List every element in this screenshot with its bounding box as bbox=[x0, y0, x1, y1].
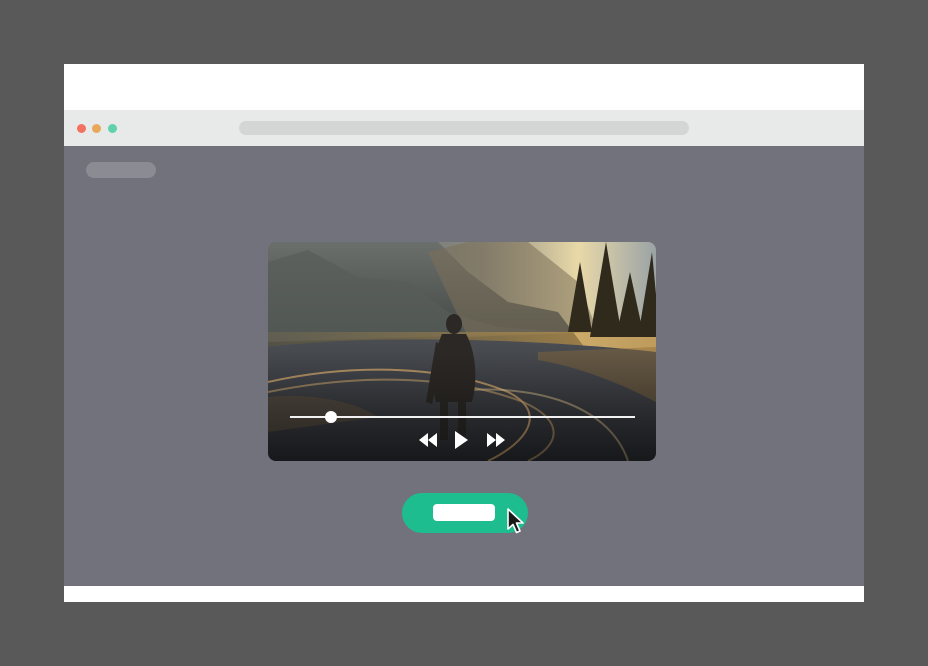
browser-toolbar bbox=[64, 110, 864, 146]
close-window-icon[interactable] bbox=[77, 124, 86, 133]
browser-window bbox=[64, 64, 864, 602]
play-icon[interactable] bbox=[452, 430, 470, 450]
video-player[interactable] bbox=[268, 242, 656, 461]
mouse-cursor-icon bbox=[507, 508, 524, 534]
page-viewport bbox=[64, 146, 864, 586]
video-frame-image bbox=[268, 242, 656, 461]
rewind-icon[interactable] bbox=[418, 430, 438, 450]
playback-controls bbox=[418, 430, 506, 450]
button-label-placeholder bbox=[433, 504, 495, 521]
maximize-window-icon[interactable] bbox=[108, 124, 117, 133]
back-link-placeholder[interactable] bbox=[86, 162, 156, 178]
minimize-window-icon[interactable] bbox=[92, 124, 101, 133]
address-bar[interactable] bbox=[239, 121, 689, 135]
progress-bar[interactable] bbox=[290, 416, 635, 418]
fast-forward-icon[interactable] bbox=[486, 430, 506, 450]
